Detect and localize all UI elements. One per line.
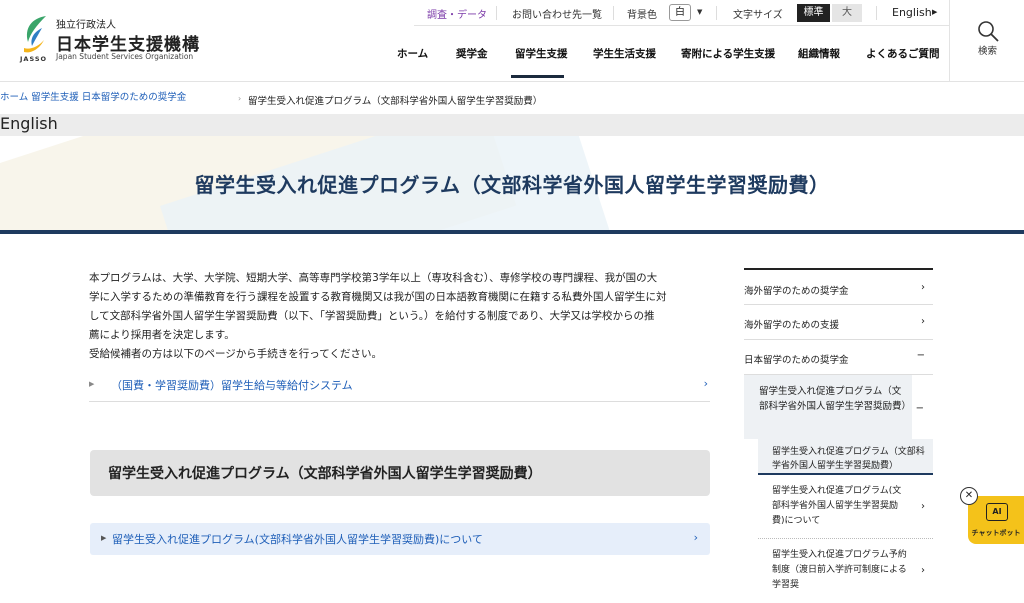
divider	[613, 6, 614, 20]
breadcrumb: ホーム › 留学生支援 › 日本留学のための奨学金 › 留学生受入れ促進プログラ…	[0, 89, 1024, 109]
breadcrumb-international[interactable]: 留学生支援	[31, 92, 79, 103]
breadcrumb-current: 留学生受入れ促進プログラム（文部科学省外国人留学生学習奨励費）	[248, 96, 543, 107]
page-hero: 留学生受入れ促進プログラム（文部科学省外国人留学生学習奨励費）	[0, 136, 1024, 230]
nav-faq[interactable]: よくあるご質問	[866, 46, 940, 61]
english-page-link[interactable]: English	[0, 114, 58, 133]
nav-scholarship[interactable]: 奨学金	[456, 46, 488, 61]
side-current-label: 留学生受入れ促進プログラム（文部科学省外国人留学生学習奨励費）	[772, 447, 925, 471]
intro-text: 本プログラムは、大学、大学院、短期大学、高等専門学校第3学年以上（専攻科含む）、…	[89, 269, 714, 364]
divider	[496, 6, 497, 20]
chevron-right-icon: ›	[921, 316, 925, 327]
page-title: 留学生受入れ促進プログラム（文部科学省外国人留学生学習奨励費）	[194, 173, 830, 197]
side-item-overseas-scholarship[interactable]: 海外留学のための奨学金 ›	[744, 270, 933, 305]
search-label: 検索	[977, 46, 997, 57]
title-underline	[0, 230, 1024, 234]
close-icon[interactable]: ✕	[960, 487, 978, 505]
breadcrumb-scholarship[interactable]: 日本留学のための奨学金	[82, 92, 187, 103]
intro-line: 学に入学するための準備教育を行う課程を設置する教育機関又は我が国の日本語教育機関…	[89, 291, 667, 303]
breadcrumb-home[interactable]: ホーム	[0, 92, 28, 103]
minus-icon: −	[915, 403, 924, 414]
nav-home[interactable]: ホーム	[397, 46, 428, 61]
chevron-right-icon: ›	[693, 531, 698, 544]
nav-student-life[interactable]: 学生生活支援	[593, 46, 656, 61]
minus-icon: −	[916, 350, 925, 361]
contact-list-link[interactable]: お問い合わせ先一覧	[512, 6, 602, 21]
logo-abbr: JASSO	[20, 55, 48, 63]
bg-color-select[interactable]: 白	[669, 4, 691, 21]
nav-organization[interactable]: 組織情報	[798, 46, 840, 61]
jasso-logo-icon	[24, 16, 46, 53]
side-item-japan-scholarship[interactable]: 日本留学のための奨学金 −	[744, 340, 933, 375]
search-button[interactable]: 検索	[949, 0, 1024, 82]
payment-system-link[interactable]: ▶ （国費・学習奨励費）留学生給与等給付システム ›	[89, 372, 710, 402]
search-icon	[978, 21, 999, 42]
side-item-label: 海外留学のための支援	[744, 320, 840, 331]
utility-bar: 調査・データ お問い合わせ先一覧 背景色 白 ▼ 文字サイズ 標準 大 Engl…	[414, 0, 949, 26]
side-current-page[interactable]: 留学生受入れ促進プログラム（文部科学省外国人留学生学習奨励費）	[758, 439, 933, 475]
site-header: JASSO 独立行政法人 日本学生支援機構 Japan Student Serv…	[0, 0, 1024, 82]
site-logo[interactable]: JASSO 独立行政法人 日本学生支援機構 Japan Student Serv…	[20, 14, 200, 66]
font-size-standard-button[interactable]: 標準	[797, 4, 830, 22]
nav-donation[interactable]: 寄附による学生支援	[681, 46, 775, 61]
side-leaf-reservation[interactable]: 留学生受入れ促進プログラム予約制度（渡日前入学許可制度による学習奨 ›	[758, 539, 933, 603]
section-heading: 留学生受入れ促進プログラム（文部科学省外国人留学生学習奨励費）	[90, 450, 710, 496]
chatbot-button[interactable]: AI チャットボット	[968, 496, 1024, 544]
side-subitem-label: 留学生受入れ促進プログラム（文部科学省外国人留学生学習奨励費）	[759, 386, 912, 412]
chevron-right-icon: ›	[50, 94, 54, 103]
program-about-link-label: 留学生受入れ促進プログラム(文部科学省外国人留学生学習奨励費)について	[112, 533, 483, 546]
chevron-right-icon: ▶	[932, 8, 938, 16]
triangle-right-icon: ▶	[89, 380, 95, 388]
intro-line: 受給候補者の方は以下のページから手続きを行ってください。	[89, 348, 382, 360]
side-leaf-label: 留学生受入れ促進プログラム(文部科学省外国人留学生学習奨励費)について	[772, 486, 902, 526]
language-bar: English	[0, 114, 1024, 136]
intro-line: 本プログラムは、大学、大学院、短期大学、高等専門学校第3学年以上（専攻科含む）、…	[89, 272, 658, 284]
nav-active-indicator	[511, 75, 564, 78]
chevron-right-icon: ›	[114, 94, 118, 103]
nav-international-students[interactable]: 留学生支援	[515, 46, 568, 61]
side-item-label: 日本留学のための奨学金	[744, 355, 849, 366]
chevron-right-icon: ›	[921, 565, 925, 576]
research-data-link[interactable]: 調査・データ	[427, 6, 487, 21]
chevron-right-icon: ›	[921, 282, 925, 293]
intro-line: して文部科学省外国人留学生学習奨励費（以下、「学習奨励費」という。）を給付する制…	[89, 310, 655, 322]
section-heading-text: 留学生受入れ促進プログラム（文部科学省外国人留学生学習奨励費）	[108, 466, 542, 482]
triangle-right-icon: ▶	[101, 534, 107, 542]
chevron-down-icon: ▼	[697, 8, 703, 16]
side-leaf-about[interactable]: 留学生受入れ促進プログラム(文部科学省外国人留学生学習奨励費)について ›	[758, 475, 933, 539]
divider	[716, 6, 717, 20]
program-about-link[interactable]: ▶ 留学生受入れ促進プログラム(文部科学省外国人留学生学習奨励費)について ›	[90, 523, 710, 555]
chevron-right-icon: ›	[921, 501, 925, 512]
chatbot-label: チャットボット	[971, 529, 1021, 537]
side-item-label: 海外留学のための奨学金	[744, 286, 849, 297]
font-size-label: 文字サイズ	[733, 10, 783, 21]
chevron-right-icon: ›	[703, 377, 708, 390]
divider	[876, 6, 877, 20]
intro-line: 薦により採用者を決定します。	[89, 329, 235, 341]
side-subitem-program[interactable]: 留学生受入れ促進プログラム（文部科学省外国人留学生学習奨励費） −	[744, 375, 924, 439]
bg-color-label: 背景色	[627, 10, 657, 21]
chevron-right-icon: ›	[238, 94, 242, 103]
payment-system-link-label: （国費・学習奨励費）留学生給与等給付システム	[111, 379, 353, 392]
english-link[interactable]: English	[892, 6, 932, 19]
font-size-large-button[interactable]: 大	[832, 4, 862, 22]
chatbot-ai-icon: AI	[986, 503, 1008, 521]
side-leaf-label: 留学生受入れ促進プログラム予約制度（渡日前入学許可制度による学習奨	[772, 550, 907, 590]
side-item-overseas-support[interactable]: 海外留学のための支援 ›	[744, 305, 933, 340]
logo-small-text: 独立行政法人	[56, 20, 116, 31]
logo-en-text: Japan Student Services Organization	[56, 52, 194, 61]
